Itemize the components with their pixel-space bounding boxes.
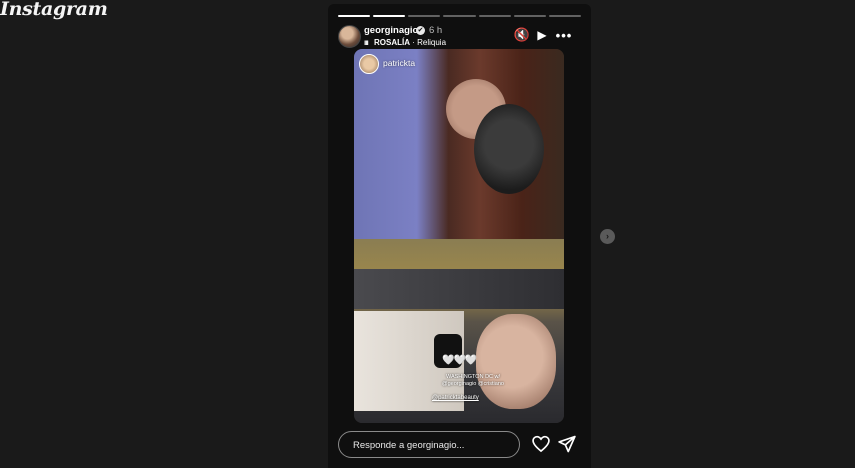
progress-segment (408, 15, 441, 17)
more-icon[interactable]: ••• (556, 27, 572, 43)
next-story-button[interactable]: › (600, 229, 615, 244)
caption-mention-link[interactable]: @patricktabeauty (432, 395, 479, 401)
music-icon: ııı (364, 38, 369, 47)
music-title: Reliquia (417, 38, 447, 47)
progress-segment (513, 15, 546, 17)
progress-fill (338, 15, 371, 17)
progress-fill (373, 15, 406, 17)
caption-line-2[interactable]: @georginagio @cristiano (418, 381, 528, 388)
heart-sticker: 🤍🤍🤍 (442, 355, 477, 366)
story-image-suit (354, 269, 564, 309)
story-viewer: georginagio ✔ 6 h ııı ROSALÍA · Reliquia… (328, 4, 591, 468)
reply-box[interactable] (338, 431, 520, 459)
share-icon[interactable] (557, 434, 577, 454)
story-media[interactable]: patrickta 🤍🤍🤍 WASHINGTON DC w/ @georgina… (354, 49, 564, 423)
progress-segment (373, 15, 406, 17)
caption-line-1: WASHINGTON DC w/ (445, 374, 501, 380)
shared-from-username[interactable]: patrickta (383, 58, 415, 68)
story-progress-bar (338, 15, 581, 17)
story-timestamp: 6 h (429, 25, 443, 36)
instagram-logo[interactable]: Instagram (0, 0, 108, 20)
progress-segment (338, 15, 371, 17)
story-image-head (476, 314, 556, 409)
music-artist: ROSALÍA (374, 38, 410, 47)
story-music-label[interactable]: ROSALÍA · Reliquia (374, 38, 446, 47)
progress-segment (548, 15, 581, 17)
mute-icon[interactable]: 🔇 (514, 27, 530, 43)
story-username[interactable]: georginagio (364, 25, 418, 36)
play-icon[interactable]: ▶ (534, 27, 550, 43)
verified-badge-icon: ✔ (416, 26, 425, 35)
avatar[interactable] (338, 25, 361, 48)
story-caption: WASHINGTON DC w/ @georginagio @cristiano (418, 374, 528, 388)
reply-input[interactable] (351, 432, 515, 459)
heart-icon[interactable] (531, 434, 551, 454)
story-image-hair (474, 104, 544, 194)
shared-from-avatar[interactable] (359, 54, 379, 74)
progress-segment (478, 15, 511, 17)
progress-segment (443, 15, 476, 17)
